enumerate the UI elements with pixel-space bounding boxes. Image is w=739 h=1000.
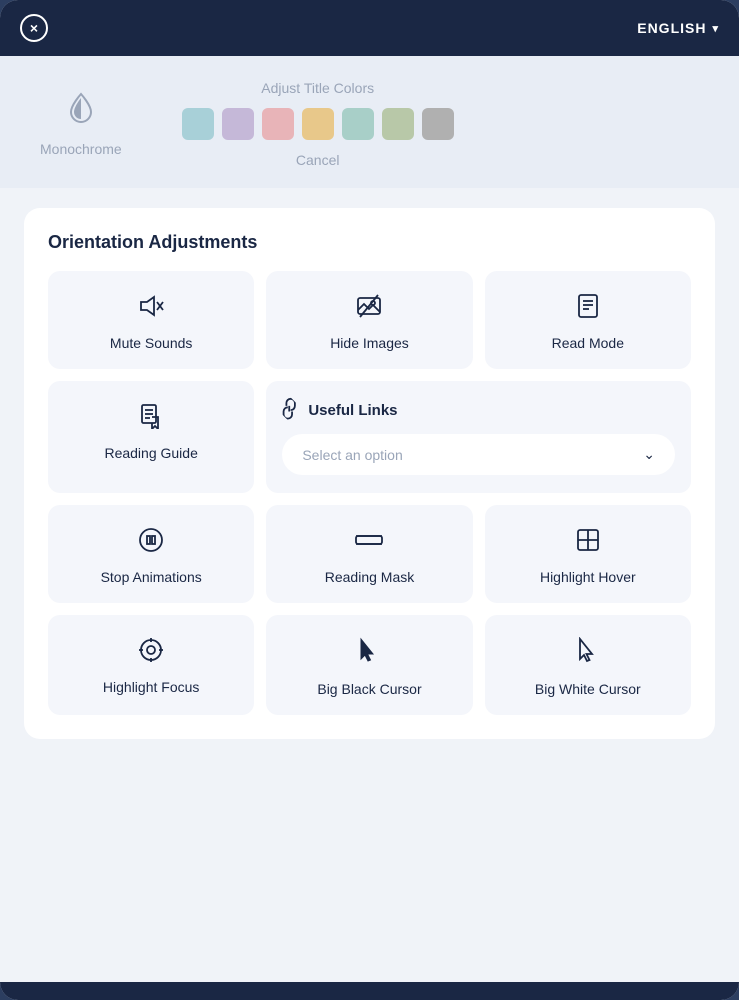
mute-sounds-button[interactable]: Mute Sounds: [48, 271, 254, 369]
language-label: ENGLISH: [637, 20, 706, 36]
reading-guide-label: Reading Guide: [104, 445, 197, 461]
big-black-cursor-icon: [356, 637, 382, 669]
big-black-cursor-label: Big Black Cursor: [317, 681, 421, 697]
orientation-panel: Orientation Adjustments Mute Sounds: [24, 208, 715, 739]
panel-title: Orientation Adjustments: [48, 232, 691, 253]
big-white-cursor-label: Big White Cursor: [535, 681, 641, 697]
reading-mask-icon: [354, 527, 384, 557]
mute-sounds-icon: [138, 293, 164, 323]
green-swatch[interactable]: [382, 108, 414, 140]
select-placeholder: Select an option: [302, 447, 402, 463]
main-window: × ENGLISH ▾ Monochrome Adjust Title Colo…: [0, 0, 739, 1000]
monochrome-button[interactable]: Monochrome: [40, 92, 122, 157]
useful-links-label: Useful Links: [308, 402, 397, 419]
highlight-focus-button[interactable]: Highlight Focus: [48, 615, 254, 715]
monochrome-label: Monochrome: [40, 141, 122, 157]
options-grid: Mute Sounds Hide Images: [48, 271, 691, 715]
main-content: Orientation Adjustments Mute Sounds: [0, 188, 739, 982]
read-mode-button[interactable]: Read Mode: [485, 271, 691, 369]
color-swatches: [182, 108, 454, 140]
bottom-bar: [0, 982, 739, 1000]
hide-images-icon: [356, 293, 382, 323]
reading-guide-button[interactable]: Reading Guide: [48, 381, 254, 493]
stop-animations-icon: [138, 527, 164, 557]
highlight-focus-icon: [138, 637, 164, 667]
highlight-hover-label: Highlight Hover: [540, 569, 636, 585]
close-button[interactable]: ×: [20, 14, 48, 42]
monochrome-icon: [67, 92, 95, 133]
adjust-title-label: Adjust Title Colors: [261, 80, 374, 96]
language-chevron-icon: ▾: [712, 22, 719, 35]
reading-guide-icon: [138, 403, 164, 433]
green-teal-swatch[interactable]: [342, 108, 374, 140]
big-white-cursor-button[interactable]: Big White Cursor: [485, 615, 691, 715]
chevron-down-icon: ⌄: [643, 446, 655, 463]
teal-swatch[interactable]: [182, 108, 214, 140]
highlight-hover-button[interactable]: Highlight Hover: [485, 505, 691, 603]
language-button[interactable]: ENGLISH ▾: [637, 20, 719, 36]
mute-sounds-label: Mute Sounds: [110, 335, 193, 351]
big-black-cursor-button[interactable]: Big Black Cursor: [266, 615, 472, 715]
highlight-focus-label: Highlight Focus: [103, 679, 200, 695]
reading-mask-button[interactable]: Reading Mask: [266, 505, 472, 603]
select-dropdown[interactable]: Select an option ⌄: [282, 434, 675, 475]
hide-images-button[interactable]: Hide Images: [266, 271, 472, 369]
yellow-swatch[interactable]: [302, 108, 334, 140]
useful-links-card: Useful Links Select an option ⌄: [266, 381, 691, 493]
reading-mask-label: Reading Mask: [325, 569, 415, 585]
top-bar: × ENGLISH ▾: [0, 0, 739, 56]
pink-swatch[interactable]: [262, 108, 294, 140]
cancel-label: Cancel: [296, 152, 340, 168]
highlight-hover-icon: [575, 527, 601, 557]
color-right: Adjust Title Colors Cancel: [182, 80, 454, 168]
useful-links-header: Useful Links: [282, 399, 675, 422]
stop-animations-button[interactable]: Stop Animations: [48, 505, 254, 603]
close-icon: ×: [30, 20, 38, 36]
read-mode-label: Read Mode: [552, 335, 624, 351]
color-section: Monochrome Adjust Title Colors Cancel: [0, 56, 739, 188]
big-white-cursor-icon: [575, 637, 601, 669]
stop-animations-label: Stop Animations: [101, 569, 202, 585]
hide-images-label: Hide Images: [330, 335, 409, 351]
link-icon: [277, 396, 306, 425]
purple-swatch[interactable]: [222, 108, 254, 140]
gray-swatch[interactable]: [422, 108, 454, 140]
read-mode-icon: [575, 293, 601, 323]
cancel-button[interactable]: Cancel: [296, 152, 340, 168]
